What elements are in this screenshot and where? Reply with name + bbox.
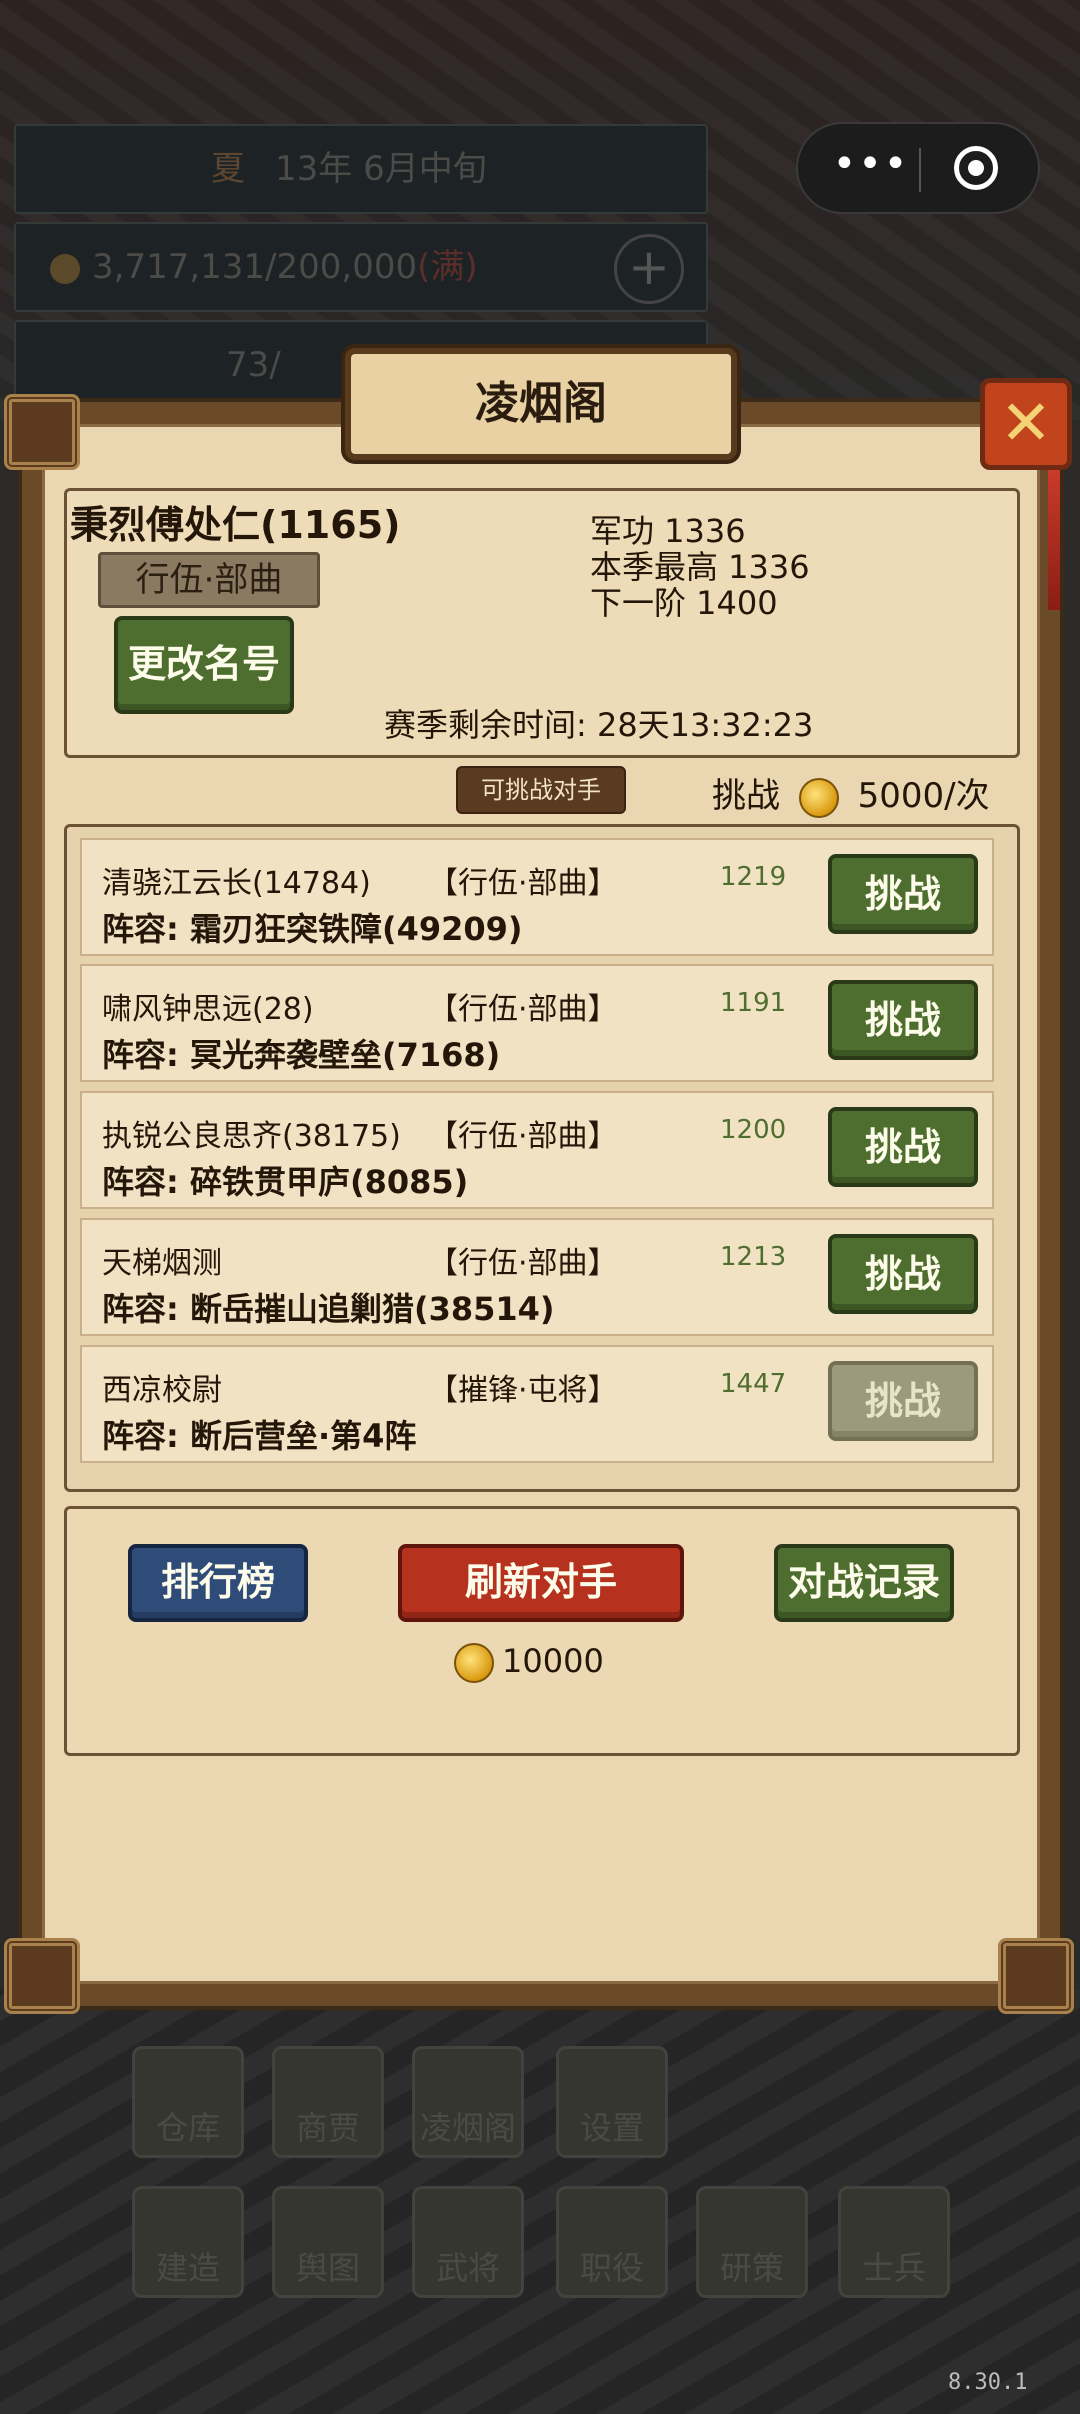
refresh-opponents-button[interactable]: 刷新对手 — [398, 1544, 684, 1622]
challenge-cost-amount: 5000/次 — [857, 776, 990, 816]
tassel-ornament — [1048, 470, 1060, 610]
challenge-button[interactable]: 挑战 — [828, 980, 978, 1060]
opponent-rank: 【行伍·部曲】 — [428, 992, 618, 1027]
menu-research-button: 研策 — [696, 2186, 808, 2298]
resource-status: (满) — [417, 247, 478, 287]
miniprogram-capsule: ••• — [796, 122, 1040, 214]
season-label: 夏 — [211, 149, 245, 189]
opponent-name: 清骁江云长(14784) — [102, 866, 371, 901]
opponent-lineup: 阵容: 冥光奔袭壁垒(7168) — [102, 1036, 501, 1074]
resource-bar: 3,717,131/200,000(满) + — [14, 222, 708, 312]
player-name: 秉烈傅处仁(1165) — [70, 503, 401, 547]
challenge-cost-prefix: 挑战 — [712, 776, 780, 816]
add-resource-button: + — [614, 234, 684, 304]
opponent-name: 西凉校尉 — [102, 1373, 222, 1408]
opponent-lineup: 阵容: 断岳摧山追剿猎(38514) — [102, 1290, 555, 1328]
menu-generals-button: 武将 — [412, 2186, 524, 2298]
opponent-score: 1191 — [720, 988, 787, 1018]
leaderboard-button[interactable]: 排行榜 — [128, 1544, 308, 1622]
date-bar: 夏 13年 6月中旬 — [14, 124, 708, 214]
opponent-row: 啸风钟思远(28) 【行伍·部曲】 1191 阵容: 冥光奔袭壁垒(7168) … — [80, 964, 994, 1082]
challenge-button[interactable]: 挑战 — [828, 854, 978, 934]
opponent-rank: 【行伍·部曲】 — [428, 1119, 618, 1154]
opponent-rank: 【摧锋·屯将】 — [428, 1373, 618, 1408]
refresh-cost-amount: 10000 — [502, 1642, 604, 1680]
date-label: 13年 6月中旬 — [275, 149, 487, 189]
opponent-rank: 【行伍·部曲】 — [428, 866, 618, 901]
opponent-name: 啸风钟思远(28) — [102, 992, 314, 1027]
refresh-cost: 10000 — [454, 1642, 604, 1683]
capsule-divider — [919, 148, 921, 192]
population-amount: 73/ — [226, 345, 281, 385]
more-options-icon[interactable]: ••• — [826, 144, 916, 194]
corner-knot-ornament — [998, 1938, 1074, 2014]
panel-title: 凌烟阁 — [345, 348, 737, 460]
menu-lingyan-button: 凌烟阁 — [412, 2046, 524, 2158]
menu-map-button: 舆图 — [272, 2186, 384, 2298]
opponent-lineup: 阵容: 断后营垒·第4阵 — [102, 1417, 417, 1455]
battle-log-button[interactable]: 对战记录 — [774, 1544, 954, 1622]
menu-jobs-button: 职役 — [556, 2186, 668, 2298]
season-remaining-timer: 赛季剩余时间: 28天13:32:23 — [384, 706, 814, 744]
exit-miniprogram-icon[interactable] — [954, 146, 998, 190]
challengeable-opponents-label: 可挑战对手 — [456, 766, 626, 814]
corner-knot-ornament — [4, 1938, 80, 2014]
version-label: 8.30.1 — [948, 2370, 1028, 2395]
opponent-score: 1219 — [720, 862, 787, 892]
gold-coin-icon — [454, 1643, 494, 1683]
challenge-button[interactable]: 挑战 — [828, 1107, 978, 1187]
opponent-name: 天梯烟测 — [102, 1246, 222, 1281]
close-button[interactable]: ✕ — [980, 378, 1072, 470]
challenge-button-disabled[interactable]: 挑战 — [828, 1361, 978, 1441]
opponent-score: 1447 — [720, 1369, 787, 1399]
menu-merchant-button: 商贾 — [272, 2046, 384, 2158]
player-rank-badge: 行伍·部曲 — [98, 552, 320, 608]
menu-soldiers-button: 士兵 — [838, 2186, 950, 2298]
opponent-score: 1200 — [720, 1115, 787, 1145]
opponent-lineup: 阵容: 霜刃狂突铁障(49209) — [102, 910, 523, 948]
opponent-row: 天梯烟测 【行伍·部曲】 1213 阵容: 断岳摧山追剿猎(38514) 挑战 — [80, 1218, 994, 1336]
opponent-lineup: 阵容: 碎铁贯甲庐(8085) — [102, 1163, 469, 1201]
menu-build-button: 建造 — [132, 2186, 244, 2298]
resource-amount: 3,717,131/200,000 — [92, 247, 418, 287]
opponent-name: 执锐公良思齐(38175) — [102, 1119, 401, 1154]
gold-coin-icon — [798, 777, 839, 818]
opponent-row: 清骁江云长(14784) 【行伍·部曲】 1219 阵容: 霜刃狂突铁障(492… — [80, 838, 994, 956]
rename-button[interactable]: 更改名号 — [114, 616, 294, 714]
next-tier-stat: 下一阶 1400 — [590, 584, 778, 622]
corner-knot-ornament — [4, 394, 80, 470]
coin-icon — [50, 253, 80, 284]
challenge-cost: 挑战 5000/次 — [712, 768, 990, 818]
opponent-score: 1213 — [720, 1242, 787, 1272]
menu-warehouse-button: 仓库 — [132, 2046, 244, 2158]
opponent-row: 执锐公良思齐(38175) 【行伍·部曲】 1200 阵容: 碎铁贯甲庐(808… — [80, 1091, 994, 1209]
challenge-button[interactable]: 挑战 — [828, 1234, 978, 1314]
menu-settings-button: 设置 — [556, 2046, 668, 2158]
opponent-row: 西凉校尉 【摧锋·屯将】 1447 阵容: 断后营垒·第4阵 挑战 — [80, 1345, 994, 1463]
opponent-rank: 【行伍·部曲】 — [428, 1246, 618, 1281]
